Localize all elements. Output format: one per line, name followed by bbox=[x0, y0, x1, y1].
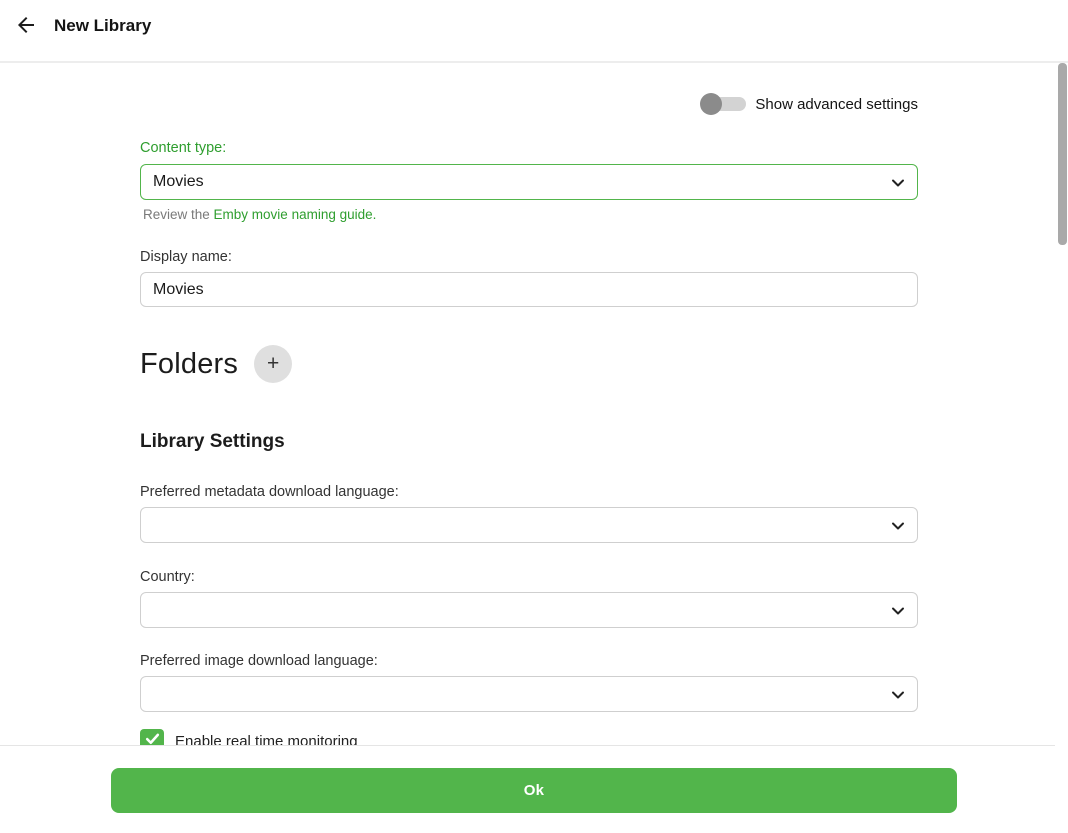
helper-suffix: . bbox=[373, 207, 377, 222]
add-folder-button[interactable]: + bbox=[254, 345, 292, 383]
folders-section-header: Folders + bbox=[140, 344, 918, 384]
header: New Library bbox=[0, 0, 1068, 52]
metadata-language-label: Preferred metadata download language: bbox=[140, 484, 918, 500]
chevron-down-icon bbox=[890, 687, 906, 708]
advanced-settings-toggle[interactable] bbox=[700, 92, 746, 116]
library-settings-heading: Library Settings bbox=[140, 431, 918, 453]
image-language-label: Preferred image download language: bbox=[140, 653, 918, 669]
helper-prefix: Review the bbox=[143, 207, 214, 222]
scrollbar-thumb[interactable] bbox=[1058, 63, 1067, 245]
content-type-helper: Review the Emby movie naming guide. bbox=[140, 207, 918, 222]
display-name-input[interactable]: Movies bbox=[140, 272, 918, 307]
chevron-down-icon bbox=[890, 175, 906, 196]
folders-heading: Folders bbox=[140, 348, 238, 381]
advanced-settings-label: Show advanced settings bbox=[755, 96, 918, 113]
footer: Ok bbox=[0, 745, 1068, 833]
chevron-down-icon bbox=[890, 518, 906, 539]
advanced-settings-row: Show advanced settings bbox=[140, 92, 918, 116]
plus-icon: + bbox=[267, 352, 279, 376]
country-select[interactable] bbox=[140, 592, 918, 628]
arrow-left-icon bbox=[14, 13, 38, 40]
content-type-value: Movies bbox=[153, 173, 204, 191]
chevron-down-icon bbox=[890, 603, 906, 624]
content-type-label: Content type: bbox=[140, 140, 918, 156]
content-type-select[interactable]: Movies bbox=[140, 164, 918, 200]
page-title: New Library bbox=[54, 16, 151, 36]
country-label: Country: bbox=[140, 569, 918, 585]
metadata-language-select[interactable] bbox=[140, 507, 918, 543]
ok-button[interactable]: Ok bbox=[111, 768, 957, 813]
display-name-label: Display name: bbox=[140, 249, 918, 265]
display-name-value: Movies bbox=[153, 281, 204, 299]
back-button[interactable] bbox=[9, 9, 43, 43]
naming-guide-link[interactable]: Emby movie naming guide bbox=[214, 207, 373, 222]
toggle-knob bbox=[700, 93, 722, 115]
scrollbar-track[interactable] bbox=[1055, 63, 1068, 833]
library-form: Show advanced settings Content type: Mov… bbox=[0, 63, 1068, 833]
image-language-select[interactable] bbox=[140, 676, 918, 712]
